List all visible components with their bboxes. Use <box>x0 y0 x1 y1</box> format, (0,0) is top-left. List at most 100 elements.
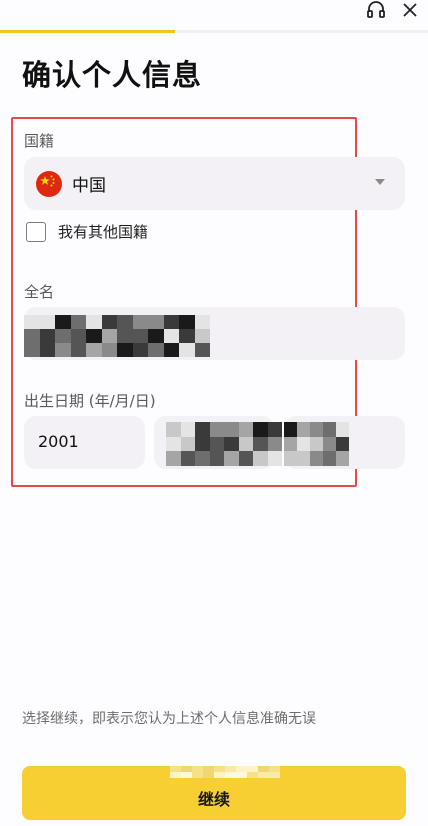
redaction-pixel <box>258 772 269 778</box>
redaction-pixel <box>238 451 253 466</box>
redaction-pixel <box>236 772 247 778</box>
redacted-day <box>284 422 349 466</box>
redacted-name <box>24 315 210 357</box>
redaction-pixel <box>209 422 224 437</box>
redaction-pixel <box>336 422 349 437</box>
redaction-pixel <box>163 315 179 329</box>
redaction-pixel <box>238 422 253 437</box>
redaction-pixel <box>70 329 86 343</box>
redaction-pixel <box>166 436 181 451</box>
progress-bar <box>0 30 428 33</box>
full-name-field[interactable] <box>24 307 405 360</box>
redaction-pixel <box>101 315 117 329</box>
redaction-pixel <box>336 436 349 451</box>
redaction-pixel <box>323 451 336 466</box>
redaction-pixel <box>148 315 164 329</box>
redaction-pixel <box>310 422 323 437</box>
nationality-label: 国籍 <box>24 132 55 150</box>
other-nationality-checkbox-row[interactable]: 我有其他国籍 <box>26 221 148 242</box>
redaction-pixel <box>203 772 214 778</box>
china-flag-icon <box>36 170 62 197</box>
nationality-value: 中国 <box>72 176 106 196</box>
page-title: 确认个人信息 <box>22 58 203 92</box>
close-icon[interactable] <box>400 0 420 20</box>
headset-icon[interactable] <box>366 0 386 20</box>
redaction-pixel <box>132 343 148 357</box>
redaction-pixel <box>101 343 117 357</box>
redaction-pixel <box>170 772 181 778</box>
redaction-pixel <box>253 451 268 466</box>
redaction-pixel <box>180 451 195 466</box>
redaction-pixel <box>181 772 192 778</box>
redaction-pixel <box>224 422 239 437</box>
redaction-pixel <box>86 329 102 343</box>
redaction-pixel <box>163 329 179 343</box>
redaction-pixel <box>194 343 210 357</box>
redaction-pixel <box>224 436 239 451</box>
redacted-button-overlay <box>170 766 280 778</box>
redaction-pixel <box>267 451 282 466</box>
birth-month-field[interactable] <box>154 416 282 469</box>
redaction-pixel <box>224 451 239 466</box>
redaction-pixel <box>253 422 268 437</box>
redaction-pixel <box>180 422 195 437</box>
birth-day-field[interactable] <box>284 416 405 469</box>
redaction-pixel <box>39 343 55 357</box>
top-toolbar <box>366 0 420 20</box>
redaction-pixel <box>24 343 40 357</box>
redaction-pixel <box>86 343 102 357</box>
redaction-pixel <box>336 451 349 466</box>
redaction-pixel <box>163 343 179 357</box>
redaction-pixel <box>192 772 203 778</box>
birth-year-field[interactable]: 2001 <box>24 416 145 469</box>
redaction-pixel <box>225 772 236 778</box>
redaction-pixel <box>209 451 224 466</box>
redaction-pixel <box>297 436 310 451</box>
redaction-pixel <box>179 329 195 343</box>
redaction-pixel <box>166 422 181 437</box>
redaction-pixel <box>214 772 225 778</box>
redaction-pixel <box>101 329 117 343</box>
full-name-label: 全名 <box>24 283 55 301</box>
redaction-pixel <box>247 772 258 778</box>
redaction-pixel <box>238 436 253 451</box>
redaction-pixel <box>117 343 133 357</box>
redaction-pixel <box>180 436 195 451</box>
redaction-pixel <box>323 422 336 437</box>
redaction-pixel <box>148 343 164 357</box>
redaction-pixel <box>209 436 224 451</box>
redaction-pixel <box>194 329 210 343</box>
redaction-pixel <box>179 315 195 329</box>
redaction-pixel <box>39 315 55 329</box>
redaction-pixel <box>70 343 86 357</box>
redaction-pixel <box>195 436 210 451</box>
redaction-pixel <box>55 343 71 357</box>
redaction-pixel <box>117 315 133 329</box>
redaction-pixel <box>267 422 282 437</box>
redaction-pixel <box>166 451 181 466</box>
redaction-pixel <box>297 451 310 466</box>
other-nationality-checkbox[interactable] <box>26 221 46 242</box>
redaction-pixel <box>55 329 71 343</box>
redaction-pixel <box>284 436 297 451</box>
redaction-pixel <box>267 436 282 451</box>
continue-button-label: 继续 <box>197 790 230 809</box>
progress-fill <box>0 30 176 33</box>
redaction-pixel <box>310 451 323 466</box>
redaction-pixel <box>297 422 310 437</box>
redaction-pixel <box>179 343 195 357</box>
redaction-pixel <box>323 436 336 451</box>
redacted-month <box>166 422 282 466</box>
redaction-pixel <box>132 329 148 343</box>
redaction-pixel <box>86 315 102 329</box>
redaction-pixel <box>24 329 40 343</box>
redaction-pixel <box>117 329 133 343</box>
birth-date-label: 出生日期 (年/月/日) <box>24 392 156 410</box>
redaction-pixel <box>253 436 268 451</box>
disclaimer-text: 选择继续，即表示您认为上述个人信息准确无误 <box>22 711 316 727</box>
redaction-pixel <box>284 422 297 437</box>
chevron-down-icon <box>375 179 385 185</box>
nationality-select[interactable]: 中国 <box>24 157 405 210</box>
continue-button[interactable]: 继续 <box>22 766 406 820</box>
redaction-pixel <box>195 422 210 437</box>
